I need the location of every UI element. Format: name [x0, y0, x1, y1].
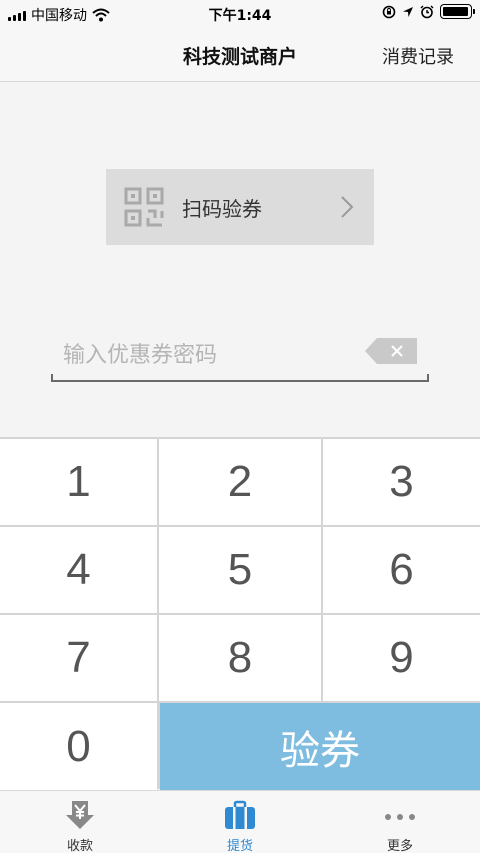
- tab-collect-label: 收款: [66, 839, 93, 853]
- key-0[interactable]: 0: [0, 703, 157, 790]
- tab-more-label: 更多: [386, 839, 413, 853]
- status-bar: 中国移动 下午1:44: [0, 0, 480, 28]
- tab-bar: 收款 提货 更多: [0, 790, 480, 853]
- key-9[interactable]: 9: [323, 615, 480, 701]
- key-4[interactable]: 4: [0, 527, 157, 613]
- location-icon: [403, 6, 413, 17]
- tab-collect[interactable]: 收款: [0, 791, 160, 853]
- consumption-records-button[interactable]: 消费记录: [382, 43, 454, 69]
- key-6[interactable]: 6: [323, 527, 480, 613]
- more-dots-icon: [385, 814, 415, 820]
- chevron-right-icon: [341, 196, 354, 218]
- key-1[interactable]: 1: [0, 439, 157, 525]
- yen-download-icon: [66, 801, 94, 829]
- backspace-icon[interactable]: [365, 338, 417, 364]
- key-3[interactable]: 3: [323, 439, 480, 525]
- status-right: [382, 4, 475, 19]
- tab-pickup[interactable]: 提货: [160, 791, 320, 853]
- scan-verify-label: 扫码验券: [182, 196, 262, 221]
- coupon-password-input[interactable]: [63, 338, 353, 372]
- coupon-password-field: [51, 330, 429, 382]
- numeric-keypad: 1 2 3 4 5 6 7 8 9 0 验券: [0, 437, 480, 790]
- alarm-icon: [420, 5, 434, 18]
- tab-more[interactable]: 更多: [320, 791, 480, 853]
- battery-level: [443, 7, 468, 16]
- qr-code-icon: [124, 187, 164, 227]
- key-7[interactable]: 7: [0, 615, 157, 701]
- verify-coupon-button[interactable]: 验券: [160, 703, 480, 790]
- battery-icon: [440, 4, 475, 19]
- key-8[interactable]: 8: [159, 615, 321, 701]
- scan-verify-button[interactable]: 扫码验券: [106, 169, 374, 245]
- tab-pickup-label: 提货: [226, 839, 253, 853]
- rotation-lock-icon: [382, 5, 396, 18]
- key-2[interactable]: 2: [159, 439, 321, 525]
- key-5[interactable]: 5: [159, 527, 321, 613]
- suitcase-icon: [225, 800, 255, 829]
- navigation-bar: 科技测试商户 消费记录: [0, 28, 480, 82]
